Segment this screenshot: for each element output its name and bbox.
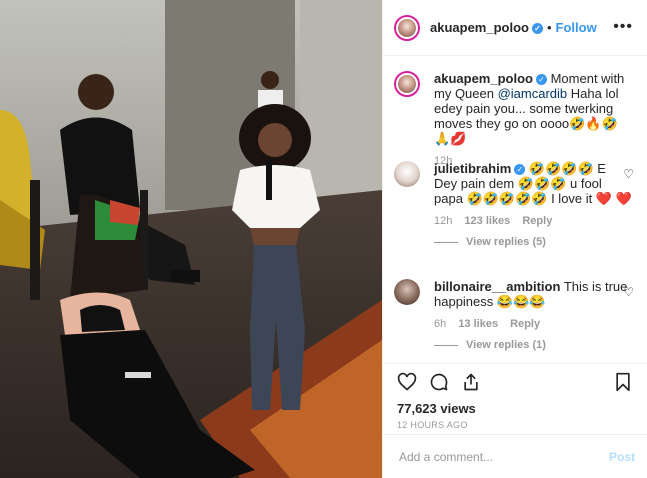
view-replies-label: View replies (1) — [466, 339, 546, 351]
commenter-username[interactable]: julietibrahim — [434, 161, 511, 176]
action-icons — [397, 372, 481, 394]
replies-divider — [434, 344, 458, 346]
comment-form: Post — [383, 434, 647, 478]
replies-divider — [434, 241, 458, 243]
post-photo — [0, 0, 382, 478]
comment-time[interactable]: 12h — [434, 215, 452, 227]
comment-likes[interactable]: 123 likes — [464, 215, 510, 227]
verified-badge-icon: ✓ — [514, 164, 526, 175]
caption-username[interactable]: akuapem_poloo — [434, 71, 533, 86]
reply-button[interactable]: Reply — [510, 318, 540, 330]
commenter-avatar[interactable] — [394, 161, 420, 187]
commenter-username[interactable]: billonaire__ambition — [434, 279, 560, 294]
caption-text: akuapem_poloo ✓ Moment with my Queen @iam… — [434, 71, 632, 146]
heart-icon[interactable] — [397, 372, 417, 392]
comments-list[interactable]: akuapem_poloo ✓ Moment with my Queen @iam… — [383, 57, 647, 363]
comment-time[interactable]: 6h — [434, 318, 446, 330]
comment-meta: 6h 13 likes Reply — [434, 318, 632, 330]
bookmark-icon[interactable] — [613, 372, 633, 392]
comment-like-icon[interactable]: ♡ — [623, 167, 634, 181]
caption: akuapem_poloo ✓ Moment with my Queen @iam… — [394, 71, 632, 167]
mention-link[interactable]: @iamcardib — [498, 86, 568, 101]
commenter-avatar[interactable] — [394, 279, 420, 305]
separator-dot: • — [546, 20, 552, 35]
view-replies-button[interactable]: View replies (5) — [434, 236, 632, 248]
more-options-icon[interactable]: ••• — [613, 18, 633, 36]
post-header: akuapem_poloo ✓ • Follow ••• — [383, 0, 647, 56]
view-count[interactable]: 77,623 views — [397, 401, 476, 416]
comment-like-icon[interactable]: ♡ — [623, 285, 634, 299]
post-comment-button[interactable]: Post — [609, 450, 635, 464]
comment-item: billonaire__ambition This is true happin… — [394, 279, 634, 351]
comment-text: billonaire__ambition This is true happin… — [434, 279, 632, 309]
share-icon[interactable] — [461, 372, 481, 392]
view-replies-button[interactable]: View replies (1) — [434, 339, 632, 351]
comment-item: julietibrahim ✓ 🤣🤣🤣🤣 E Dey pain dem 🤣🤣🤣 u… — [394, 161, 634, 248]
caption-avatar[interactable] — [394, 71, 420, 97]
comment-icon[interactable] — [429, 372, 449, 392]
reply-button[interactable]: Reply — [522, 215, 552, 227]
post-media[interactable] — [0, 0, 382, 478]
comment-text: julietibrahim ✓ 🤣🤣🤣🤣 E Dey pain dem 🤣🤣🤣 u… — [434, 161, 632, 206]
action-bar: 77,623 views 12 HOURS AGO — [383, 363, 647, 430]
follow-button[interactable]: Follow — [556, 20, 597, 35]
instagram-post: akuapem_poloo ✓ • Follow ••• akuapem_polo… — [0, 0, 647, 478]
verified-badge-icon: ✓ — [531, 23, 543, 34]
view-replies-label: View replies (5) — [466, 236, 546, 248]
author-avatar[interactable] — [394, 14, 420, 41]
post-timestamp[interactable]: 12 HOURS AGO — [397, 420, 468, 430]
verified-badge-icon: ✓ — [535, 74, 547, 85]
comment-likes[interactable]: 13 likes — [458, 318, 498, 330]
post-sidebar: akuapem_poloo ✓ • Follow ••• akuapem_polo… — [382, 0, 647, 478]
comment-meta: 12h 123 likes Reply — [434, 215, 632, 227]
author-username[interactable]: akuapem_poloo ✓ — [430, 20, 543, 35]
comment-input[interactable] — [397, 449, 601, 465]
